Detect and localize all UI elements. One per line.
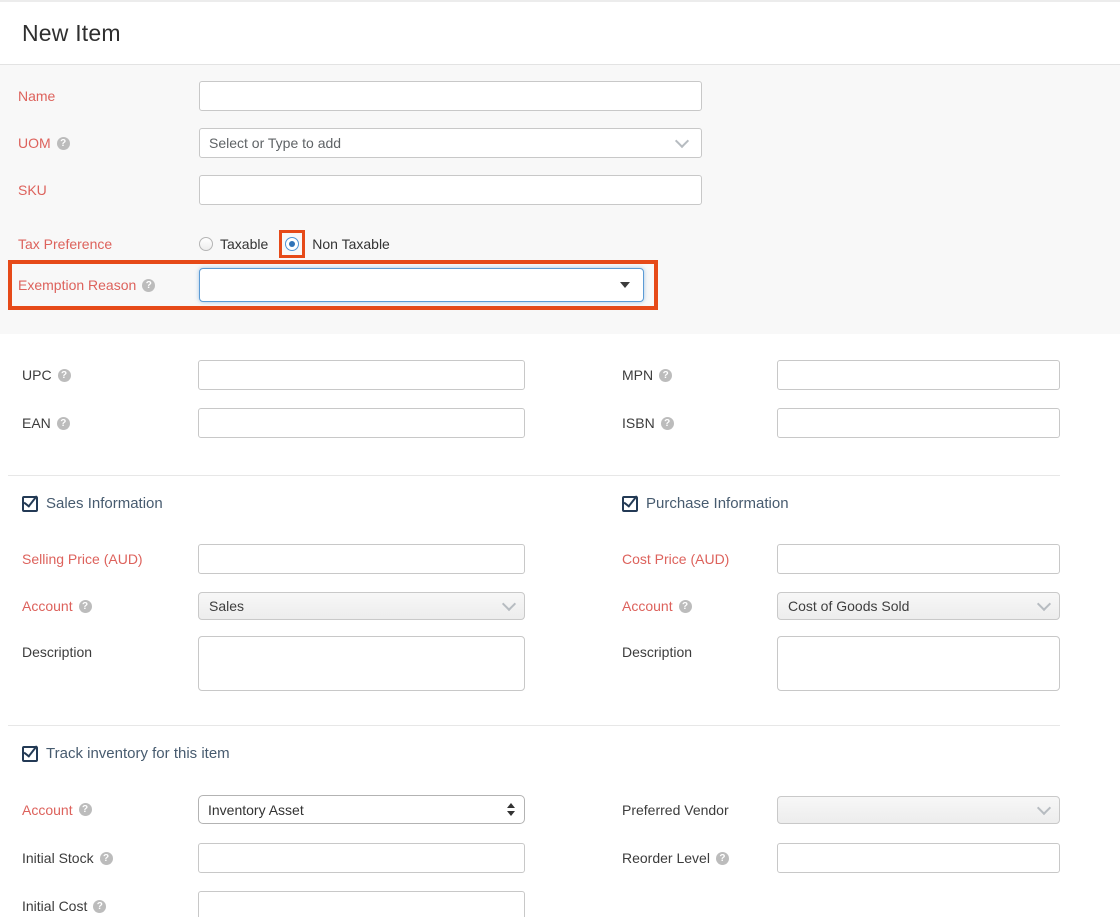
help-icon[interactable]: ? bbox=[679, 600, 692, 613]
price-row: Selling Price (AUD) Cost Price (AUD) bbox=[0, 544, 1120, 574]
initial-cost-input[interactable] bbox=[198, 891, 525, 917]
track-inventory-row: Track inventory for this item bbox=[0, 745, 1120, 762]
initial-stock-input[interactable] bbox=[198, 843, 525, 873]
mpn-label: MPN ? bbox=[622, 367, 777, 383]
initial-cost-row: Initial Cost ? bbox=[0, 891, 1120, 917]
initial-cost-label: Initial Cost ? bbox=[22, 898, 198, 914]
exemption-reason-label: Exemption Reason ? bbox=[18, 277, 199, 293]
item-codes-section: UPC ? MPN ? EAN ? bbox=[0, 334, 1120, 438]
primary-details-panel: Name UOM ? Select or Type to add SKU Tax… bbox=[0, 65, 1120, 334]
section-headings-row: Sales Information Purchase Information bbox=[0, 495, 1120, 512]
uom-label: UOM ? bbox=[18, 135, 199, 151]
taxable-radio[interactable] bbox=[199, 237, 213, 251]
isbn-input[interactable] bbox=[777, 408, 1060, 438]
mpn-input[interactable] bbox=[777, 360, 1060, 390]
upc-input[interactable] bbox=[198, 360, 525, 390]
inventory-account-row: Account ? Inventory Asset Preferred Vend… bbox=[0, 795, 1120, 824]
page-header: New Item bbox=[0, 2, 1120, 65]
sales-purchase-section: Sales Information Purchase Information S… bbox=[0, 495, 1120, 691]
ean-input[interactable] bbox=[198, 408, 525, 438]
reorder-level-label: Reorder Level ? bbox=[622, 850, 777, 866]
help-icon[interactable]: ? bbox=[57, 137, 70, 150]
help-icon[interactable]: ? bbox=[661, 417, 674, 430]
selling-price-input[interactable] bbox=[198, 544, 525, 574]
sales-information-heading: Sales Information bbox=[46, 495, 163, 512]
cost-price-label: Cost Price (AUD) bbox=[622, 551, 777, 567]
radio-dot-icon bbox=[289, 241, 295, 247]
inventory-account-label: Account ? bbox=[22, 802, 198, 818]
chevron-down-icon bbox=[1037, 800, 1051, 814]
chevron-down-icon bbox=[502, 597, 516, 611]
initial-stock-row: Initial Stock ? Reorder Level ? bbox=[0, 843, 1120, 873]
sku-row: SKU bbox=[18, 175, 1120, 205]
description-row: Description Description bbox=[0, 636, 1120, 691]
caret-down-icon bbox=[620, 282, 630, 288]
upc-label: UPC ? bbox=[22, 367, 198, 383]
help-icon[interactable]: ? bbox=[57, 417, 70, 430]
upc-mpn-row: UPC ? MPN ? bbox=[0, 360, 1120, 390]
sales-account-label: Account ? bbox=[22, 598, 198, 614]
tax-preference-radio-group: Taxable Non Taxable bbox=[199, 230, 390, 258]
purchase-description-textarea[interactable] bbox=[777, 636, 1060, 691]
name-row: Name bbox=[18, 81, 1120, 111]
name-label: Name bbox=[18, 88, 199, 104]
sku-input[interactable] bbox=[199, 175, 702, 205]
help-icon[interactable]: ? bbox=[58, 369, 71, 382]
inventory-account-select[interactable]: Inventory Asset bbox=[198, 795, 525, 824]
chevron-down-icon bbox=[1037, 597, 1051, 611]
name-input[interactable] bbox=[199, 81, 702, 111]
section-divider bbox=[8, 475, 1060, 476]
help-icon[interactable]: ? bbox=[79, 600, 92, 613]
chevron-down-icon bbox=[675, 134, 689, 148]
help-icon[interactable]: ? bbox=[716, 852, 729, 865]
non-taxable-radio[interactable] bbox=[285, 237, 299, 251]
tax-preference-label: Tax Preference bbox=[18, 236, 199, 252]
preferred-vendor-label: Preferred Vendor bbox=[622, 802, 777, 818]
ean-label: EAN ? bbox=[22, 415, 198, 431]
sales-information-toggle[interactable]: Sales Information bbox=[22, 495, 163, 512]
isbn-label: ISBN ? bbox=[622, 415, 777, 431]
purchase-information-toggle[interactable]: Purchase Information bbox=[622, 495, 789, 512]
help-icon[interactable]: ? bbox=[79, 803, 92, 816]
tax-preference-row: Tax Preference Taxable Non Taxable bbox=[18, 230, 1120, 258]
purchase-information-heading: Purchase Information bbox=[646, 495, 789, 512]
reorder-level-input[interactable] bbox=[777, 843, 1060, 873]
help-icon[interactable]: ? bbox=[100, 852, 113, 865]
purchase-account-label: Account ? bbox=[622, 598, 777, 614]
purchase-description-label: Description bbox=[622, 636, 777, 660]
ean-isbn-row: EAN ? ISBN ? bbox=[0, 408, 1120, 438]
sku-label: SKU bbox=[18, 182, 199, 198]
preferred-vendor-select[interactable] bbox=[777, 796, 1060, 824]
select-spinner-icon bbox=[507, 803, 515, 816]
inventory-section: Track inventory for this item Account ? … bbox=[0, 745, 1120, 917]
account-row: Account ? Sales Account ? Cost of Goods … bbox=[0, 592, 1120, 620]
help-icon[interactable]: ? bbox=[142, 279, 155, 292]
page-title: New Item bbox=[22, 20, 1098, 47]
track-inventory-toggle[interactable]: Track inventory for this item bbox=[22, 745, 230, 762]
checkbox-checked-icon[interactable] bbox=[22, 496, 38, 512]
uom-select[interactable]: Select or Type to add bbox=[199, 128, 702, 158]
new-item-page: New Item Name UOM ? Select or Type to ad… bbox=[0, 0, 1120, 917]
exemption-reason-select[interactable] bbox=[199, 268, 644, 302]
uom-placeholder: Select or Type to add bbox=[209, 135, 341, 151]
selling-price-label: Selling Price (AUD) bbox=[22, 551, 198, 567]
sales-description-label: Description bbox=[22, 636, 198, 660]
section-divider bbox=[8, 725, 1060, 726]
sales-account-select[interactable]: Sales bbox=[198, 592, 525, 620]
help-icon[interactable]: ? bbox=[93, 900, 106, 913]
sales-description-textarea[interactable] bbox=[198, 636, 525, 691]
cost-price-input[interactable] bbox=[777, 544, 1060, 574]
track-inventory-heading: Track inventory for this item bbox=[46, 745, 230, 762]
purchase-account-select[interactable]: Cost of Goods Sold bbox=[777, 592, 1060, 620]
uom-row: UOM ? Select or Type to add bbox=[18, 128, 1120, 158]
checkbox-checked-icon[interactable] bbox=[22, 746, 38, 762]
non-taxable-radio-label[interactable]: Non Taxable bbox=[312, 236, 390, 252]
help-icon[interactable]: ? bbox=[659, 369, 672, 382]
annotation-box-exemption-row: Exemption Reason ? bbox=[8, 260, 658, 310]
checkbox-checked-icon[interactable] bbox=[622, 496, 638, 512]
taxable-radio-label[interactable]: Taxable bbox=[220, 236, 268, 252]
annotation-box-radio bbox=[279, 230, 305, 258]
initial-stock-label: Initial Stock ? bbox=[22, 850, 198, 866]
